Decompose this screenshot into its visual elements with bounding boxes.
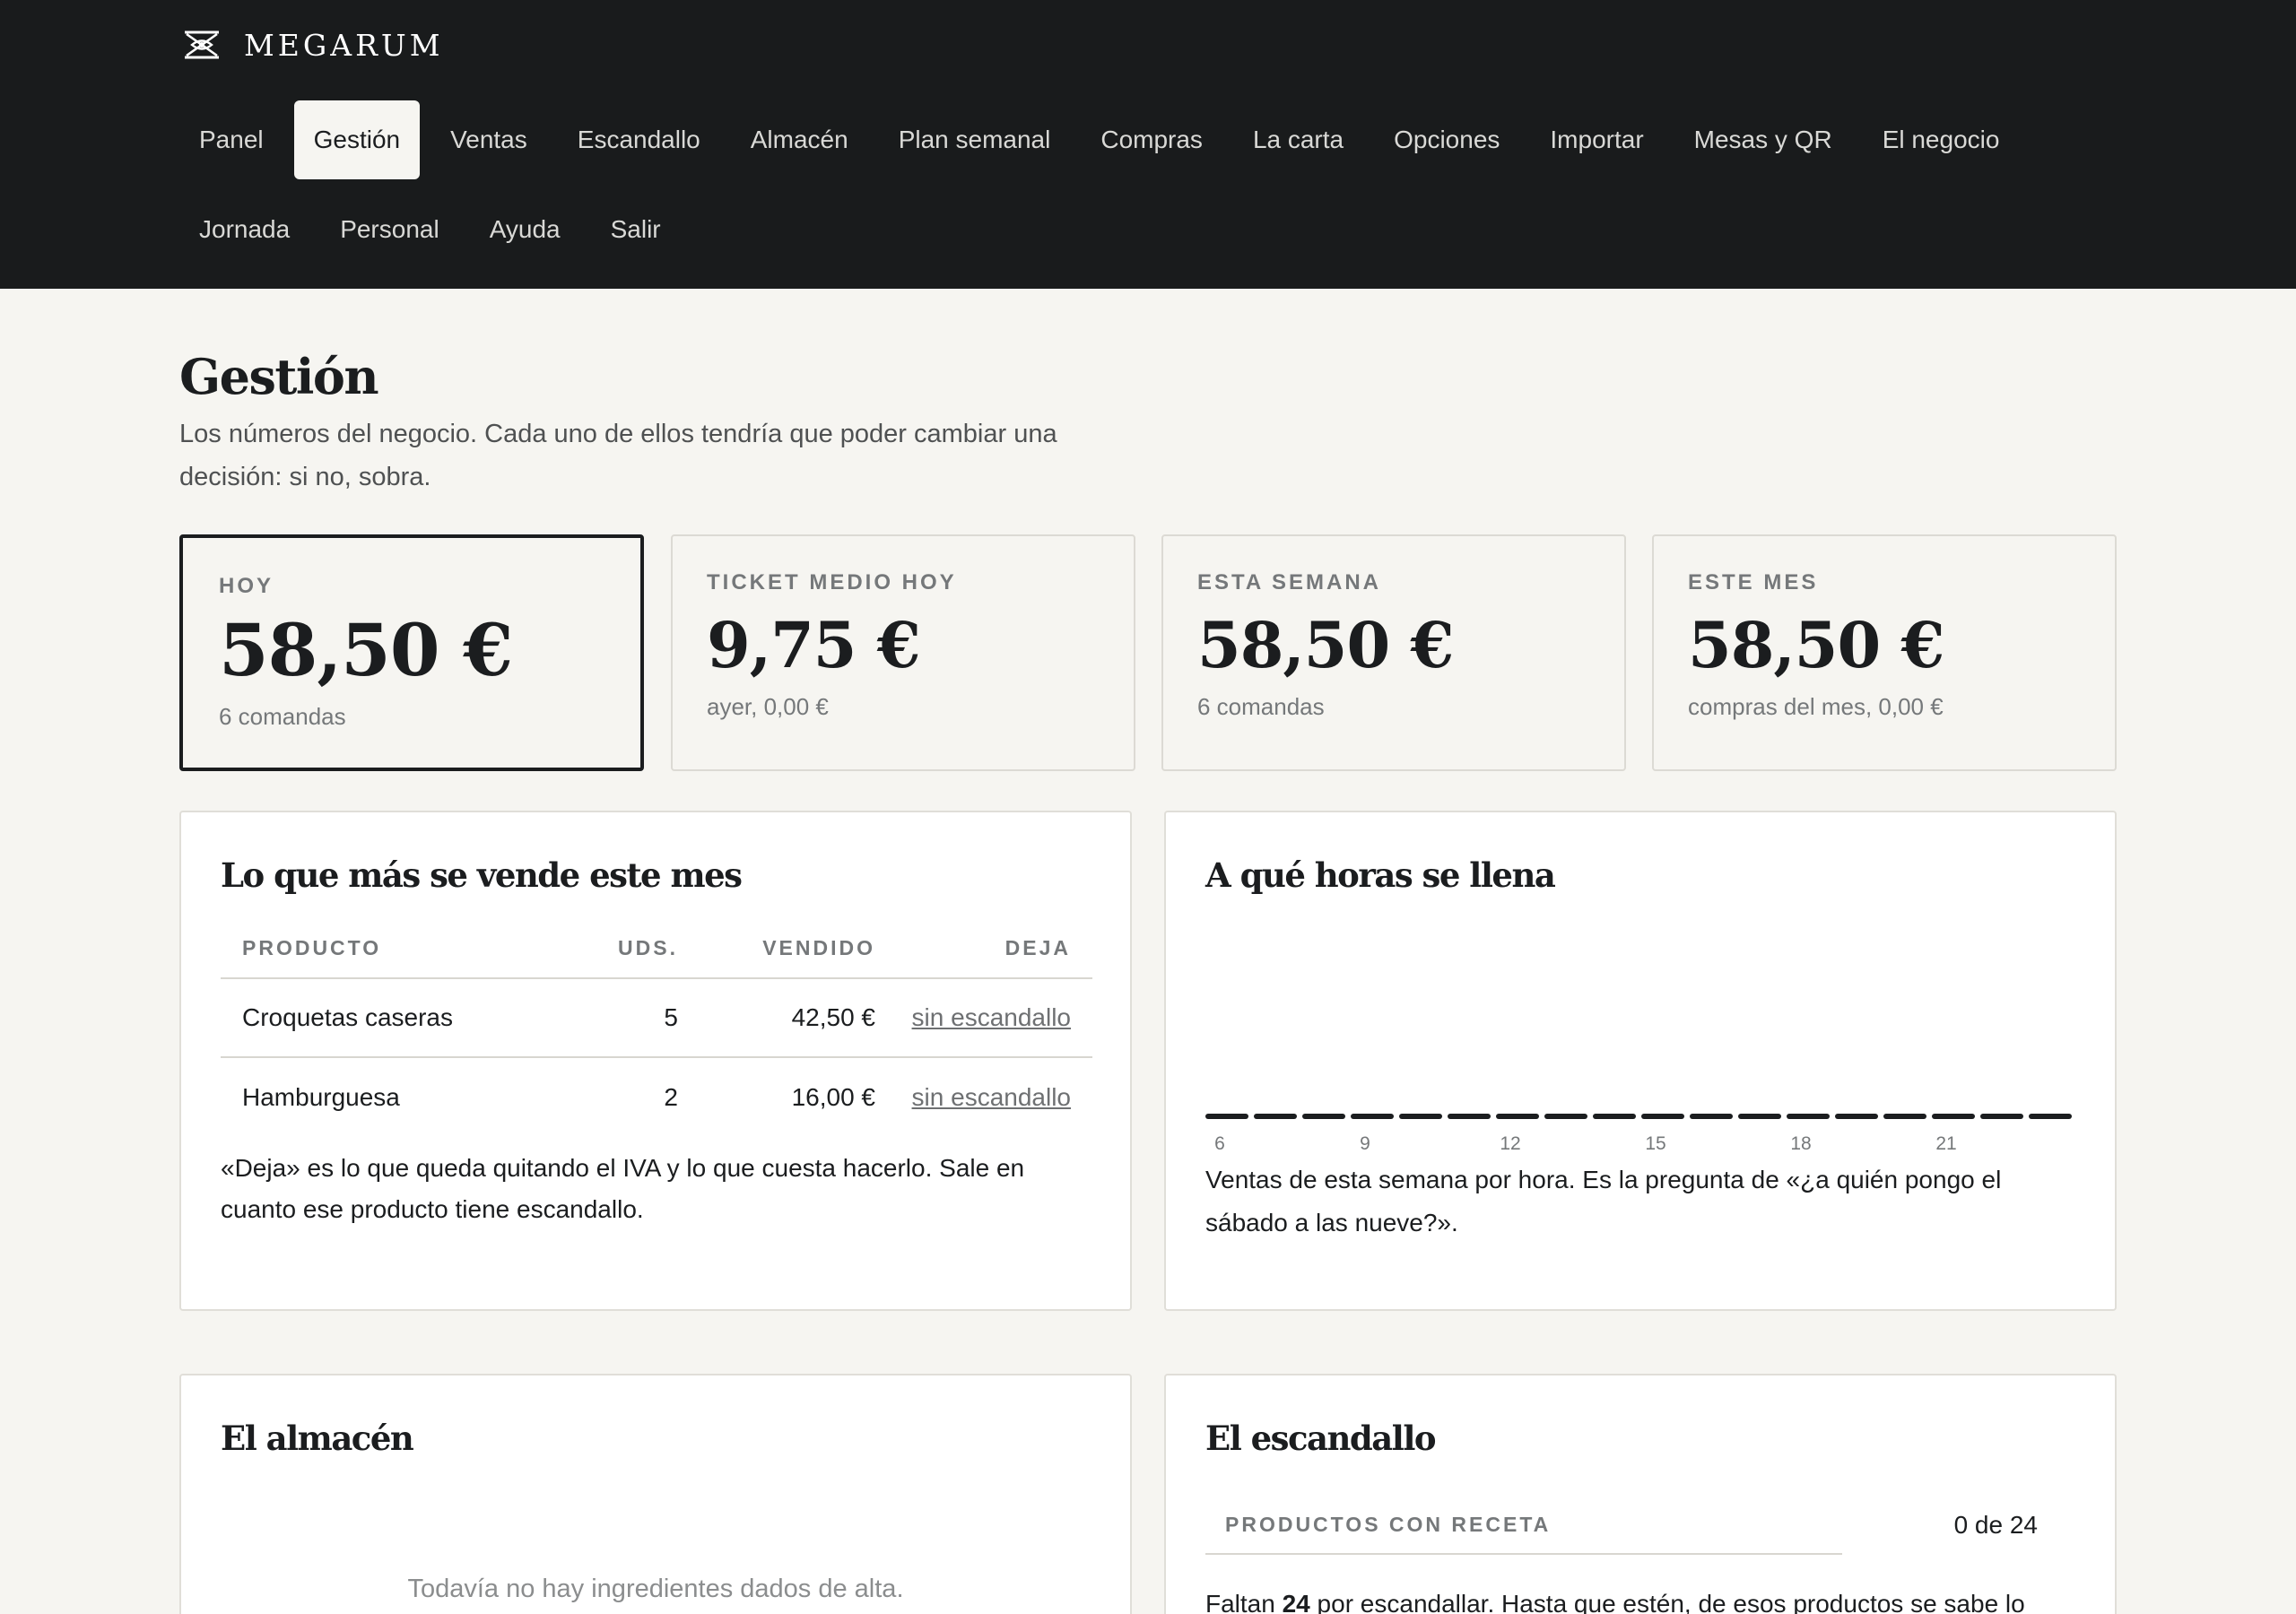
hour-bar-8: [1302, 1114, 1345, 1119]
panel-title: El escandallo: [1205, 1419, 1437, 1458]
kpi-value: 9,75 €: [707, 608, 921, 682]
sin-escandallo-link[interactable]: sin escandallo: [912, 1083, 1071, 1111]
column-header-producto: PRODUCTO: [242, 935, 382, 959]
hour-bar-23: [2029, 1114, 2072, 1119]
deja-explanation: «Deja» es lo que queda quitando el IVA y…: [221, 1154, 1025, 1223]
cell-product: Hamburguesa: [242, 1083, 400, 1111]
cell-units: 5: [664, 1003, 678, 1031]
x-tick-label-12: 12: [1500, 1133, 1520, 1153]
kpi-label: ESTE MES: [1688, 570, 1819, 594]
note-count: 24: [1282, 1590, 1310, 1614]
kpi-card-esta-semana[interactable]: ESTA SEMANA 58,50 € 6 comandas: [1161, 534, 1626, 771]
x-tick-label-6: 6: [1214, 1133, 1225, 1153]
hour-bar-13: [1544, 1114, 1587, 1119]
hour-bar-14: [1593, 1114, 1636, 1119]
kpi-label: ESTA SEMANA: [1197, 570, 1382, 594]
kpi-card-ticket-medio[interactable]: TICKET MEDIO HOY 9,75 € ayer, 0,00 €: [671, 534, 1135, 771]
main-nav-row-2: Jornada Personal Ayuda Salir: [179, 190, 691, 269]
page-subtitle: Los números del negocio. Cada uno de ell…: [179, 420, 1057, 491]
hour-bar-9: [1351, 1114, 1394, 1119]
hour-bar-21: [1932, 1114, 1975, 1119]
hour-bar-17: [1738, 1114, 1781, 1119]
nav-personal[interactable]: Personal: [320, 190, 459, 269]
chart-caption: Ventas de esta semana por hora. Es la pr…: [1205, 1166, 2002, 1237]
hour-bar-18: [1787, 1114, 1830, 1119]
top-sellers-panel: Lo que más se vende este mes PRODUCTO UD…: [179, 811, 1132, 1311]
nav-opciones[interactable]: Opciones: [1374, 100, 1519, 179]
empty-state: Todavía no hay ingredientes dados de alt…: [407, 1575, 904, 1603]
column-header-vendido: VENDIDO: [762, 935, 875, 959]
almacen-panel: El almacén Todavía no hay ingredientes d…: [179, 1374, 1132, 1614]
nav-mesas-qr[interactable]: Mesas y QR: [1674, 100, 1852, 179]
hour-bar-6: [1205, 1114, 1248, 1119]
cell-sold: 42,50 €: [791, 1003, 875, 1031]
nav-escandallo[interactable]: Escandallo: [558, 100, 720, 179]
x-tick-label-21: 21: [1935, 1133, 1956, 1153]
hour-bar-11: [1448, 1114, 1491, 1119]
nav-jornada[interactable]: Jornada: [179, 190, 309, 269]
cell-sold: 16,00 €: [791, 1083, 875, 1111]
megarum-logo-icon: [185, 30, 219, 59]
nav-salir[interactable]: Salir: [591, 190, 681, 269]
panel-title: El almacén: [221, 1419, 414, 1458]
table-row: Hamburguesa 2 16,00 € sin escandallo: [221, 1058, 1092, 1137]
kpi-value: 58,50 €: [219, 608, 513, 692]
column-header-uds: UDS.: [618, 935, 678, 959]
escandallo-panel: El escandallo PRODUCTOS CON RECETA 0 de …: [1164, 1374, 2117, 1614]
top-navigation-bar: MEGARUM Panel Gestión Ventas Escandallo …: [0, 0, 2296, 289]
cell-product: Croquetas caseras: [242, 1003, 454, 1031]
kpi-value: 58,50 €: [1197, 608, 1454, 682]
nav-almacen[interactable]: Almacén: [731, 100, 868, 179]
table-header: PRODUCTO UDS. VENDIDO DEJA: [221, 918, 1092, 979]
x-tick-label-18: 18: [1790, 1133, 1811, 1153]
panel-title: A qué horas se llena: [1205, 855, 1556, 895]
column-header-deja: DEJA: [1004, 935, 1071, 959]
hour-bar-12: [1496, 1114, 1539, 1119]
nav-la-carta[interactable]: La carta: [1233, 100, 1363, 179]
note-suffix: por escandallar. Hasta que estén, de eso…: [1309, 1590, 2025, 1614]
kpi-card-este-mes[interactable]: ESTE MES 58,50 € compras del mes, 0,00 €: [1652, 534, 2117, 771]
hour-bar-19: [1835, 1114, 1878, 1119]
productos-con-receta-row: PRODUCTOS CON RECETA 0 de 24: [1205, 1496, 2056, 1555]
hour-bar-7: [1254, 1114, 1297, 1119]
nav-compras[interactable]: Compras: [1081, 100, 1222, 179]
main-nav-row-1: Panel Gestión Ventas Escandallo Almacén …: [179, 100, 2030, 179]
hour-bar-22: [1980, 1114, 2023, 1119]
kpi-sub: 6 comandas: [1197, 693, 1325, 720]
cell-units: 2: [664, 1083, 678, 1111]
brand-logo[interactable]: MEGARUM: [183, 25, 444, 65]
table-row: Croquetas caseras 5 42,50 € sin escandal…: [221, 979, 1092, 1058]
x-tick-label-15: 15: [1645, 1133, 1665, 1153]
page-title: Gestión: [179, 348, 379, 405]
nav-ventas[interactable]: Ventas: [430, 100, 547, 179]
hour-bar-20: [1883, 1114, 1926, 1119]
nav-gestion[interactable]: Gestión: [293, 100, 421, 179]
hour-bar-10: [1399, 1114, 1442, 1119]
kpi-label: TICKET MEDIO HOY: [707, 570, 957, 594]
nav-panel[interactable]: Panel: [179, 100, 283, 179]
kpi-value: 58,50 €: [1688, 608, 1944, 682]
nav-ayuda[interactable]: Ayuda: [470, 190, 580, 269]
top-sellers-table: PRODUCTO UDS. VENDIDO DEJA Croquetas cas…: [221, 918, 1092, 1137]
x-tick-label-9: 9: [1360, 1133, 1370, 1153]
productos-con-receta-value: 0 de 24: [1953, 1511, 2038, 1539]
hourly-sales-chart: 6 9 12 15 18 21: [1205, 1114, 2072, 1153]
note-prefix: Faltan: [1205, 1590, 1283, 1614]
panel-title: Lo que más se vende este mes: [221, 855, 743, 895]
nav-el-negocio[interactable]: El negocio: [1863, 100, 2020, 179]
nav-plan-semanal[interactable]: Plan semanal: [879, 100, 1071, 179]
productos-con-receta-label: PRODUCTOS CON RECETA: [1205, 1496, 1842, 1555]
escandallo-note: Faltan 24 por escandallar. Hasta que est…: [1205, 1584, 2102, 1614]
kpi-sub: ayer, 0,00 €: [707, 693, 829, 720]
hour-bar-16: [1690, 1114, 1733, 1119]
hour-bar-15: [1641, 1114, 1684, 1119]
sin-escandallo-link[interactable]: sin escandallo: [912, 1003, 1071, 1031]
hours-panel: A qué horas se llena 6 9 12 15 18 21 Ventas d…: [1164, 811, 2117, 1311]
kpi-label: HOY: [219, 574, 274, 598]
kpi-sub: compras del mes, 0,00 €: [1688, 693, 1944, 720]
kpi-card-hoy[interactable]: HOY 58,50 € 6 comandas: [179, 534, 644, 771]
nav-importar[interactable]: Importar: [1530, 100, 1663, 179]
kpi-sub: 6 comandas: [219, 703, 346, 730]
brand-name: MEGARUM: [244, 27, 444, 63]
